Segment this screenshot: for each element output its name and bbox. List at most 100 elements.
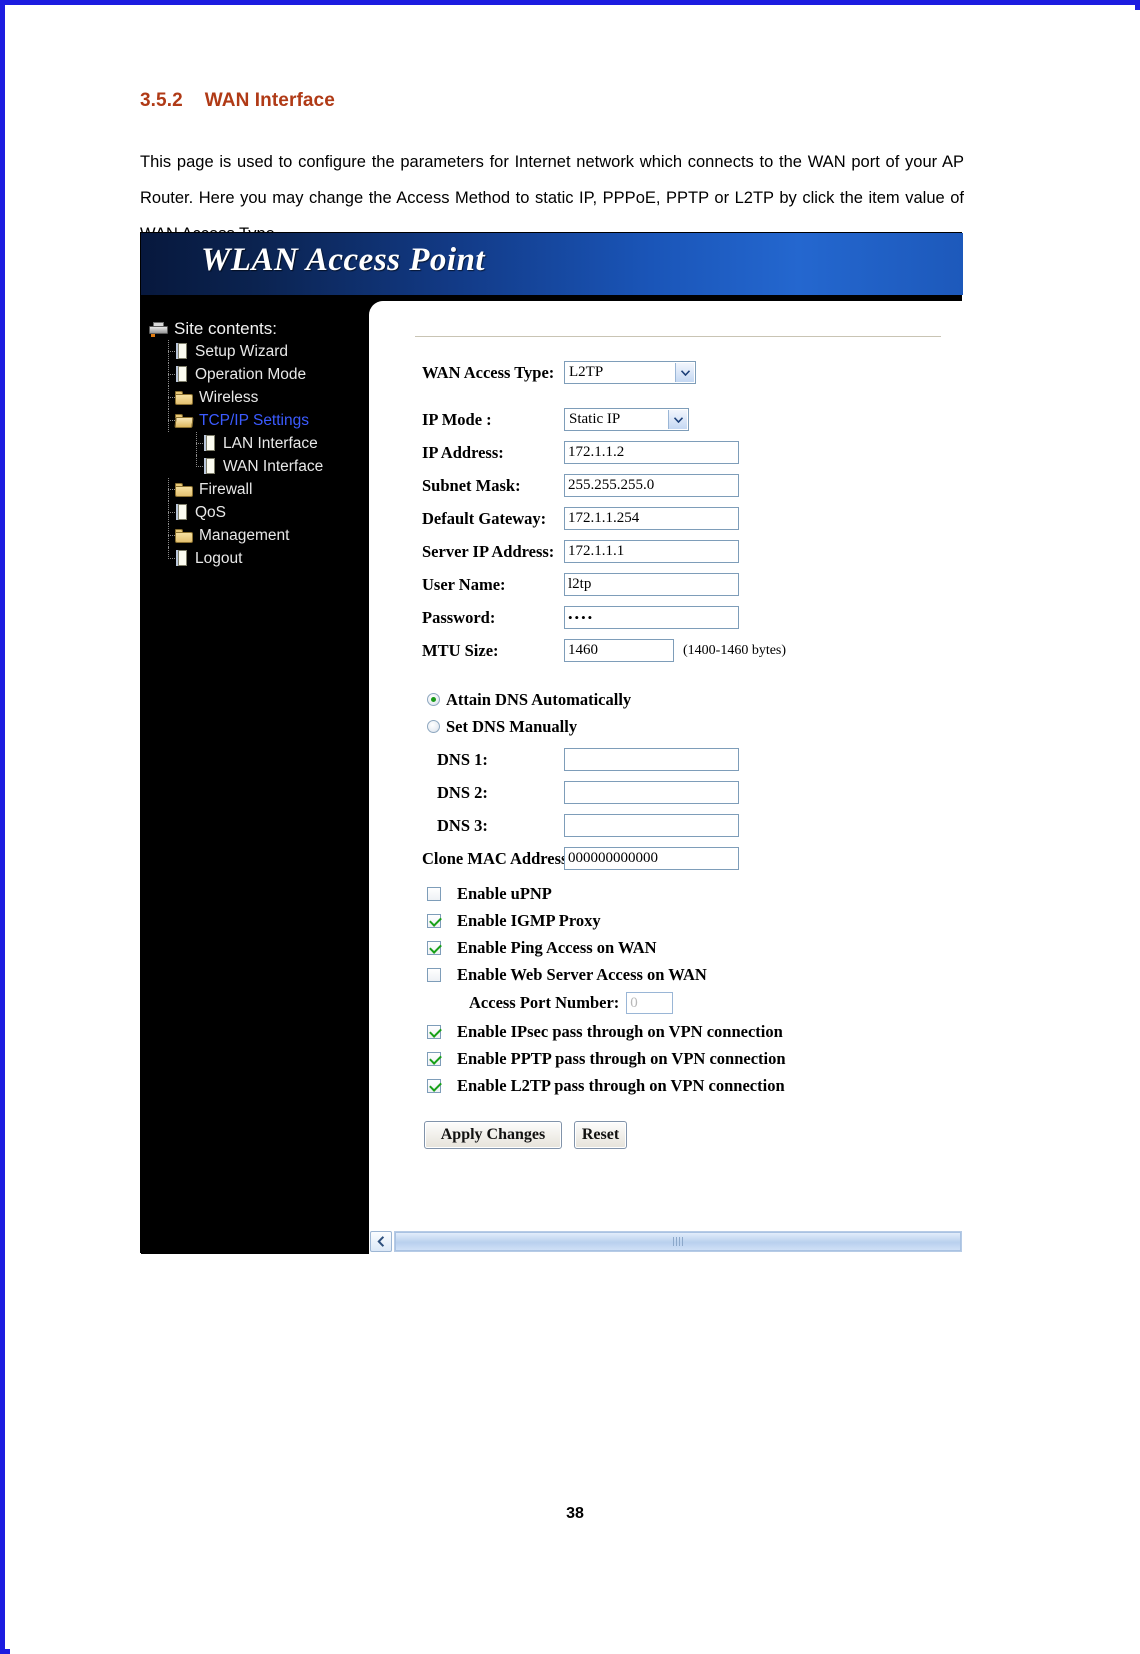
field-dns2: DNS 2: — [369, 781, 963, 804]
input-value: 1460 — [568, 642, 598, 658]
sidebar-item-firewall[interactable]: Firewall — [149, 478, 369, 501]
radio-label: Set DNS Manually — [446, 716, 578, 736]
sidebar-item-label: TCP/IP Settings — [199, 411, 309, 429]
checkbox-icon[interactable] — [427, 967, 441, 982]
wan-access-type-select[interactable]: L2TP — [564, 361, 696, 384]
dns2-input[interactable] — [564, 781, 739, 804]
sidebar-item-label: WAN Interface — [223, 457, 324, 475]
server-ip-address-input[interactable]: 172.1.1.1 — [564, 540, 739, 563]
tree-connector — [191, 432, 203, 455]
scroll-left-button[interactable] — [370, 1231, 392, 1252]
ip-mode-select[interactable]: Static IP — [564, 408, 689, 431]
checkbox-enable-l2tp-pass-through[interactable]: Enable L2TP pass through on VPN connecti… — [369, 1072, 963, 1099]
section-title: WAN Interface — [204, 90, 335, 111]
document-icon — [175, 366, 189, 383]
field-label: Default Gateway: — [422, 508, 547, 528]
sidebar: Site contents: Setup Wizard Operation Mo… — [141, 295, 369, 1254]
password-input[interactable]: •••• — [564, 606, 739, 629]
chevron-down-icon[interactable] — [668, 410, 687, 429]
folder-open-icon — [174, 413, 194, 428]
radio-button-selected-icon[interactable] — [427, 693, 440, 706]
scrollbar-grip-icon — [673, 1237, 683, 1246]
field-subnet-mask: Subnet Mask: 255.255.255.0 — [369, 474, 963, 497]
tree-connector — [163, 340, 175, 363]
subnet-mask-input[interactable]: 255.255.255.0 — [564, 474, 739, 497]
checkbox-enable-ipsec-pass-through[interactable]: Enable IPsec pass through on VPN connect… — [369, 1018, 963, 1045]
banner-title: WLAN Access Point — [201, 242, 486, 278]
checkbox-enable-ping-access-on-wan[interactable]: Enable Ping Access on WAN — [369, 934, 963, 961]
checkbox-checked-icon[interactable] — [427, 1051, 441, 1066]
sidebar-item-lan-interface[interactable]: LAN Interface — [149, 432, 369, 455]
checkbox-enable-web-server-access-on-wan[interactable]: Enable Web Server Access on WAN — [369, 961, 963, 988]
checkbox-checked-icon[interactable] — [427, 940, 441, 955]
document-icon — [175, 504, 189, 521]
field-ip-mode: IP Mode : Static IP — [369, 408, 963, 431]
user-name-input[interactable]: l2tp — [564, 573, 739, 596]
horizontal-scrollbar[interactable] — [369, 1229, 963, 1254]
dns3-input[interactable] — [564, 814, 739, 837]
field-wan-access-type: WAN Access Type: L2TP — [369, 361, 963, 384]
input-value: 000000000000 — [568, 850, 658, 866]
checkbox-enable-igmp-proxy[interactable]: Enable IGMP Proxy — [369, 907, 963, 934]
reset-button[interactable]: Reset — [574, 1121, 627, 1149]
sidebar-item-operation-mode[interactable]: Operation Mode — [149, 363, 369, 386]
access-port-number-input[interactable]: 0 — [626, 992, 674, 1014]
scrollbar-thumb[interactable] — [395, 1232, 961, 1251]
checkbox-checked-icon[interactable] — [427, 1078, 441, 1093]
field-label: Server IP Address: — [422, 541, 555, 561]
sidebar-item-management[interactable]: Management — [149, 524, 369, 547]
sidebar-item-label: LAN Interface — [223, 434, 318, 452]
field-label: DNS 3: — [437, 815, 488, 835]
input-value: 172.1.1.1 — [568, 543, 625, 559]
input-value: •••• — [568, 610, 595, 625]
field-label: DNS 1: — [437, 749, 488, 769]
input-value: 0 — [630, 994, 638, 1011]
sidebar-item-wireless[interactable]: Wireless — [149, 386, 369, 409]
checkbox-checked-icon[interactable] — [427, 913, 441, 928]
radio-button-icon[interactable] — [427, 720, 440, 733]
chevron-down-icon[interactable] — [675, 363, 694, 382]
content-divider — [415, 336, 941, 337]
input-value: 172.1.1.254 — [568, 510, 640, 526]
tree-connector — [163, 386, 175, 409]
field-label: Password: — [422, 607, 496, 627]
radio-attain-dns-automatically[interactable]: Attain DNS Automatically — [369, 686, 963, 713]
field-access-port-number: Access Port Number: 0 — [369, 988, 963, 1018]
form-actions: Apply Changes Reset — [369, 1121, 963, 1149]
mtu-size-input[interactable]: 1460 — [564, 639, 674, 662]
radio-set-dns-manually[interactable]: Set DNS Manually — [369, 713, 963, 740]
wan-settings-form: WAN Access Type: L2TP IP Mode : Static I… — [369, 361, 963, 1149]
clone-mac-address-input[interactable]: 000000000000 — [564, 847, 739, 870]
field-label: Access Port Number: — [469, 993, 620, 1012]
sidebar-item-setup-wizard[interactable]: Setup Wizard — [149, 340, 369, 363]
page-title: 3.5.2 WAN Interface — [140, 90, 335, 112]
sidebar-item-label: QoS — [195, 503, 227, 521]
sidebar-item-wan-interface[interactable]: WAN Interface — [149, 455, 369, 478]
field-default-gateway: Default Gateway: 172.1.1.254 — [369, 507, 963, 530]
sidebar-item-tcpip-settings[interactable]: TCP/IP Settings — [149, 409, 369, 432]
default-gateway-input[interactable]: 172.1.1.254 — [564, 507, 739, 530]
field-server-ip-address: Server IP Address: 172.1.1.1 — [369, 540, 963, 563]
checkbox-checked-icon[interactable] — [427, 1024, 441, 1039]
dns1-input[interactable] — [564, 748, 739, 771]
field-label: Clone MAC Address: — [422, 848, 573, 868]
input-value: 255.255.255.0 — [568, 477, 655, 493]
checkbox-label: Enable L2TP pass through on VPN connecti… — [457, 1075, 785, 1095]
sidebar-item-logout[interactable]: Logout — [149, 547, 369, 570]
sidebar-item-label: Logout — [195, 549, 243, 567]
sidebar-root-label: Site contents: — [174, 318, 278, 338]
scrollbar-track[interactable] — [394, 1231, 962, 1252]
checkbox-enable-pptp-pass-through[interactable]: Enable PPTP pass through on VPN connecti… — [369, 1045, 963, 1072]
apply-changes-button[interactable]: Apply Changes — [424, 1121, 562, 1149]
checkbox-icon[interactable] — [427, 886, 441, 901]
checkbox-label: Enable Ping Access on WAN — [457, 937, 657, 957]
sidebar-item-qos[interactable]: QoS — [149, 501, 369, 524]
checkbox-enable-upnp[interactable]: Enable uPNP — [369, 880, 963, 907]
tree-connector — [163, 501, 175, 524]
checkbox-label: Enable IGMP Proxy — [457, 910, 601, 930]
checkbox-label: Enable Web Server Access on WAN — [457, 964, 707, 984]
field-ip-address: IP Address: 172.1.1.2 — [369, 441, 963, 464]
ip-address-input[interactable]: 172.1.1.2 — [564, 441, 739, 464]
checkbox-label: Enable PPTP pass through on VPN connecti… — [457, 1048, 786, 1068]
page-number: 38 — [566, 1505, 584, 1522]
